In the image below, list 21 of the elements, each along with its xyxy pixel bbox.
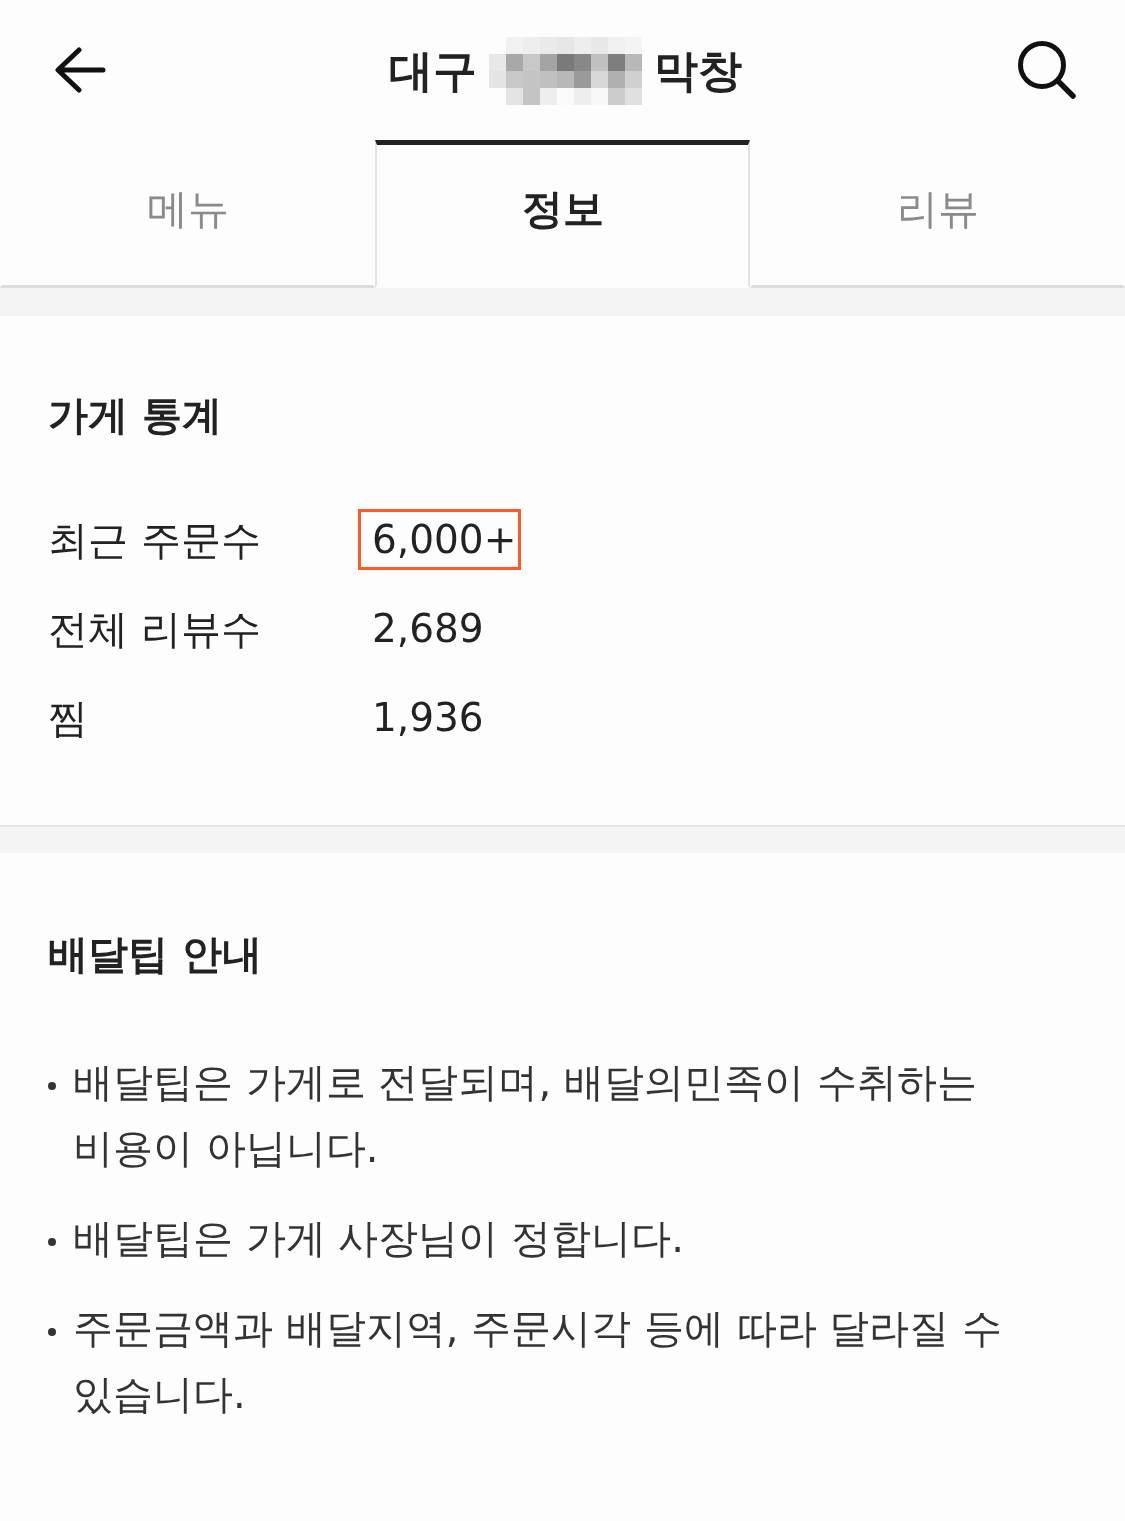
stat-value: 6,000+: [358, 509, 522, 570]
store-title-text: 대구: [389, 44, 477, 98]
bullet-icon: [48, 1082, 56, 1090]
stat-label: 최근 주문수: [48, 515, 261, 564]
stat-label: 전체 리뷰수: [48, 604, 261, 653]
search-icon: [1017, 40, 1077, 100]
tip-text: 배달팁은 가게로 전달되며, 배달의민족이 수취하는 비용이 아닙니다.: [73, 1058, 978, 1173]
tip-text: 배달팁은 가게 사장님이 정합니다.: [73, 1214, 685, 1263]
back-button[interactable]: [54, 47, 106, 93]
stat-value: 1,936: [371, 694, 485, 742]
tab[interactable]: 정보: [375, 140, 750, 288]
search-button[interactable]: [1017, 40, 1077, 100]
stat-value: 2,689: [371, 605, 485, 653]
bullet-icon: [48, 1238, 56, 1246]
bullet-icon: [48, 1328, 56, 1336]
tip-text: 주문금액과 배달지역, 주문시각 등에 따라 달라질 수 있습니다.: [73, 1304, 1003, 1419]
arrow-left-icon: [54, 47, 106, 93]
section-heading: 배달팁 안내: [48, 930, 263, 978]
store-title-text: 막창: [654, 44, 742, 98]
stat-label: 찜: [48, 693, 88, 742]
section-heading: 가게 통계: [48, 391, 223, 439]
